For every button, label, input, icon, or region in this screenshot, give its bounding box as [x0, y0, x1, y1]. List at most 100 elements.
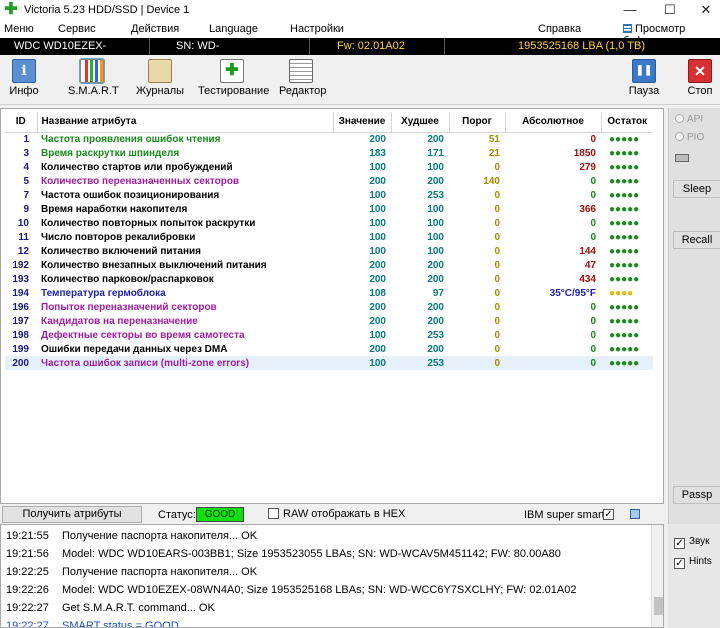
- col-raw[interactable]: Абсолютное: [505, 112, 602, 133]
- table-row[interactable]: 4 Количество стартов или пробуждений 100 10…: [5, 160, 653, 174]
- table-row[interactable]: 10 Количество повторных попыток раскрутки…: [5, 216, 653, 230]
- table-row[interactable]: 3 Время раскрутки шпинделя 183 171 21 1850 ●●●…: [5, 146, 653, 160]
- col-threshold[interactable]: Порог: [449, 112, 506, 133]
- scroll-thumb[interactable]: [654, 597, 663, 615]
- row-worst: 100: [427, 217, 444, 229]
- checkbox-icon: ✓: [674, 558, 685, 569]
- row-raw: 0: [590, 175, 596, 187]
- smart-rows: 1 Частота проявления ошибок чтения 200 200 5…: [5, 132, 653, 370]
- info-button[interactable]: i Инфо: [8, 59, 40, 97]
- row-worst: 97: [432, 287, 444, 299]
- table-row[interactable]: 198 Дефектные секторы во время самотеста 1…: [5, 328, 653, 342]
- window-title: Victoria 5.23 HDD/SSD | Device 1: [24, 4, 190, 16]
- table-row[interactable]: 197 Кандидатов на переназначение 200 200 0 0 ●…: [5, 314, 653, 328]
- victoria-window: ✚ Victoria 5.23 HDD/SSD | Device 1 — ☐ ✕…: [0, 0, 720, 628]
- table-row[interactable]: 200 Частота ошибок записи (multi-zone err…: [5, 356, 653, 370]
- maximize-button[interactable]: ☐: [652, 0, 688, 20]
- row-name: Количество повторных попыток раскрутки: [41, 217, 256, 229]
- row-threshold: 0: [494, 231, 500, 243]
- right-panel: API PIO Sleep Recall Passp: [668, 108, 720, 524]
- row-id: 9: [23, 203, 29, 215]
- table-row[interactable]: 193 Количество парковок/распарковок 200 200…: [5, 272, 653, 286]
- col-id[interactable]: ID: [5, 112, 38, 133]
- table-row[interactable]: 199 Ошибки передачи данных через DMA 200 20…: [5, 342, 653, 356]
- row-threshold: 0: [494, 329, 500, 341]
- ibm-checkbox[interactable]: ✓: [603, 509, 614, 520]
- row-remain: ●●●●●: [609, 273, 640, 285]
- editor-button[interactable]: Редактор: [279, 59, 326, 97]
- menu-main[interactable]: Меню: [4, 23, 34, 35]
- menu-help[interactable]: Справка: [538, 23, 581, 35]
- row-raw: 0: [590, 133, 596, 145]
- row-name: Температура гермоблока: [41, 287, 166, 299]
- toolbar: i Инфо S.M.A.R.T Журналы ✚ Тестирование …: [0, 55, 720, 105]
- col-remain[interactable]: Остаток: [601, 112, 653, 133]
- table-row[interactable]: 9 Время наработки накопителя 100 100 0 366 ●●●…: [5, 202, 653, 216]
- api-label: API: [687, 114, 704, 125]
- table-row[interactable]: 5 Количество переназначенных секторов 200 2…: [5, 174, 653, 188]
- table-row[interactable]: 1 Частота проявления ошибок чтения 200 200 5…: [5, 132, 653, 146]
- col-name[interactable]: Название атрибута: [37, 112, 334, 133]
- table-row[interactable]: 11 Число повторов рекалибровки 100 100 0 0 ●●●…: [5, 230, 653, 244]
- sleep-button[interactable]: Sleep: [673, 180, 720, 198]
- row-raw: 434: [579, 273, 596, 285]
- row-threshold: 0: [494, 161, 500, 173]
- stop-button[interactable]: ✕ Стоп: [684, 59, 716, 97]
- smart-label: S.M.A.R.T: [68, 85, 119, 97]
- device-model[interactable]: WDC WD10EZEX-08WN4A0: [0, 38, 150, 69]
- table-row[interactable]: 194 Температура гермоблока 108 97 0 35°C/95°F…: [5, 286, 653, 300]
- log-scrollbar[interactable]: [651, 525, 663, 627]
- minimize-button[interactable]: —: [612, 0, 648, 20]
- row-value: 200: [369, 133, 386, 145]
- menu-actions[interactable]: Действия: [131, 23, 179, 35]
- status-label: Статус:: [158, 509, 196, 521]
- pause-button[interactable]: ❚❚ Пауза: [628, 59, 660, 97]
- row-remain: ●●●●●: [609, 175, 640, 187]
- logs-label: Журналы: [136, 85, 185, 97]
- log-time: 19:21:56: [6, 548, 49, 560]
- row-raw: 0: [590, 231, 596, 243]
- row-remain: ●●●●●: [609, 301, 640, 313]
- api-radio[interactable]: API: [675, 114, 703, 125]
- color-swatch[interactable]: [630, 509, 640, 519]
- table-row[interactable]: 196 Попыток переназначений секторов 200 200…: [5, 300, 653, 314]
- menu-service[interactable]: Сервис: [58, 23, 96, 35]
- row-name: Время наработки накопителя: [41, 203, 188, 215]
- table-row[interactable]: 12 Количество включений питания 100 100 0 144…: [5, 244, 653, 258]
- row-name: Количество парковок/распарковок: [41, 273, 214, 285]
- table-header: ID Название атрибута Значение Худшее Пор…: [5, 112, 653, 133]
- get-smart-button[interactable]: Получить атрибуты SMART: [2, 506, 142, 535]
- raw-hex-checkbox[interactable]: RAW отображать в HEX: [268, 508, 405, 520]
- log-text: Получение паспорта накопителя... OK: [62, 530, 258, 542]
- row-worst: 253: [427, 329, 444, 341]
- recall-button[interactable]: Recall: [673, 231, 720, 249]
- row-threshold: 140: [483, 175, 500, 187]
- row-id: 3: [23, 147, 29, 159]
- col-value[interactable]: Значение: [333, 112, 392, 133]
- close-button[interactable]: ✕: [688, 0, 720, 20]
- passp-button[interactable]: Passp: [673, 486, 720, 504]
- info-label: Инфо: [9, 85, 39, 97]
- log-time: 19:22:27: [6, 620, 49, 628]
- logs-button[interactable]: Журналы: [136, 59, 184, 97]
- row-id: 198: [12, 329, 29, 341]
- row-threshold: 0: [494, 259, 500, 271]
- test-button[interactable]: ✚ Тестирование: [198, 59, 269, 97]
- log-text: Model: WDC WD10EARS-003BB1; Size 1953523…: [62, 548, 561, 560]
- row-worst: 100: [427, 203, 444, 215]
- hints-checkbox[interactable]: ✓ Hints: [674, 556, 712, 569]
- row-name: Время раскрутки шпинделя: [41, 147, 180, 159]
- table-row[interactable]: 7 Частота ошибок позиционирования 100 253 0 0…: [5, 188, 653, 202]
- col-worst[interactable]: Худшее: [391, 112, 450, 133]
- sound-checkbox[interactable]: ✓ Звук: [674, 536, 710, 549]
- pio-radio[interactable]: PIO: [675, 132, 704, 143]
- row-worst: 200: [427, 315, 444, 327]
- stop-icon: ✕: [688, 59, 712, 83]
- smart-button[interactable]: S.M.A.R.T: [68, 58, 119, 97]
- menu-language[interactable]: Language: [209, 23, 258, 35]
- checkbox-icon: [268, 508, 279, 519]
- title-bar: ✚ Victoria 5.23 HDD/SSD | Device 1 — ☐ ✕: [0, 0, 720, 20]
- menu-settings[interactable]: Настройки: [290, 23, 344, 35]
- table-row[interactable]: 192 Количество внезапных выключений питан…: [5, 258, 653, 272]
- hints-label: Hints: [689, 556, 712, 567]
